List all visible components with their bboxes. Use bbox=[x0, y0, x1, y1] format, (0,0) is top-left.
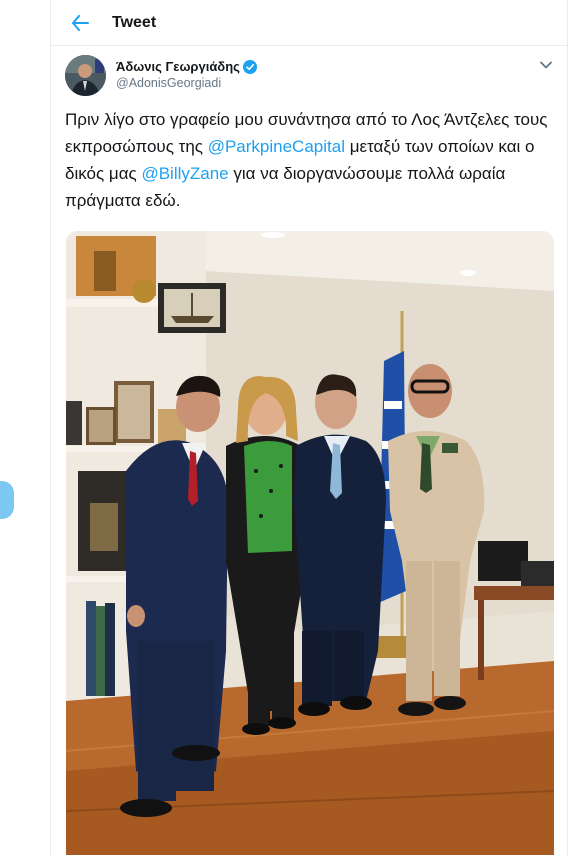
mention-parkpinecapital[interactable]: @ParkpineCapital bbox=[208, 137, 345, 156]
office-photo-image bbox=[66, 231, 554, 855]
arrow-left-icon bbox=[72, 14, 89, 31]
compose-fab[interactable] bbox=[0, 481, 14, 519]
name-row: Άδωνις Γεωργιάδης bbox=[116, 59, 257, 74]
tweet-photo[interactable] bbox=[66, 231, 554, 855]
tweet-column: Tweet Άδωνις Γεωργιάδης @AdonisGeorgiadi bbox=[50, 0, 568, 855]
chevron-down-icon[interactable] bbox=[539, 58, 553, 72]
left-gutter bbox=[0, 0, 50, 855]
header: Tweet bbox=[51, 0, 567, 46]
verified-badge-icon bbox=[242, 59, 257, 74]
avatar[interactable] bbox=[65, 55, 106, 96]
mention-billyzane[interactable]: @BillyZane bbox=[141, 164, 228, 183]
tweet-author: Άδωνις Γεωργιάδης @AdonisGeorgiadi bbox=[65, 55, 257, 96]
handle[interactable]: @AdonisGeorgiadi bbox=[116, 76, 257, 90]
page-title: Tweet bbox=[112, 13, 157, 31]
tweet-text: Πριν λίγο στο γραφείο μου συνάντησα από … bbox=[65, 106, 560, 214]
avatar-image bbox=[65, 55, 106, 96]
display-name[interactable]: Άδωνις Γεωργιάδης bbox=[116, 59, 240, 74]
back-button[interactable] bbox=[69, 12, 91, 34]
author-text: Άδωνις Γεωργιάδης @AdonisGeorgiadi bbox=[116, 59, 257, 90]
